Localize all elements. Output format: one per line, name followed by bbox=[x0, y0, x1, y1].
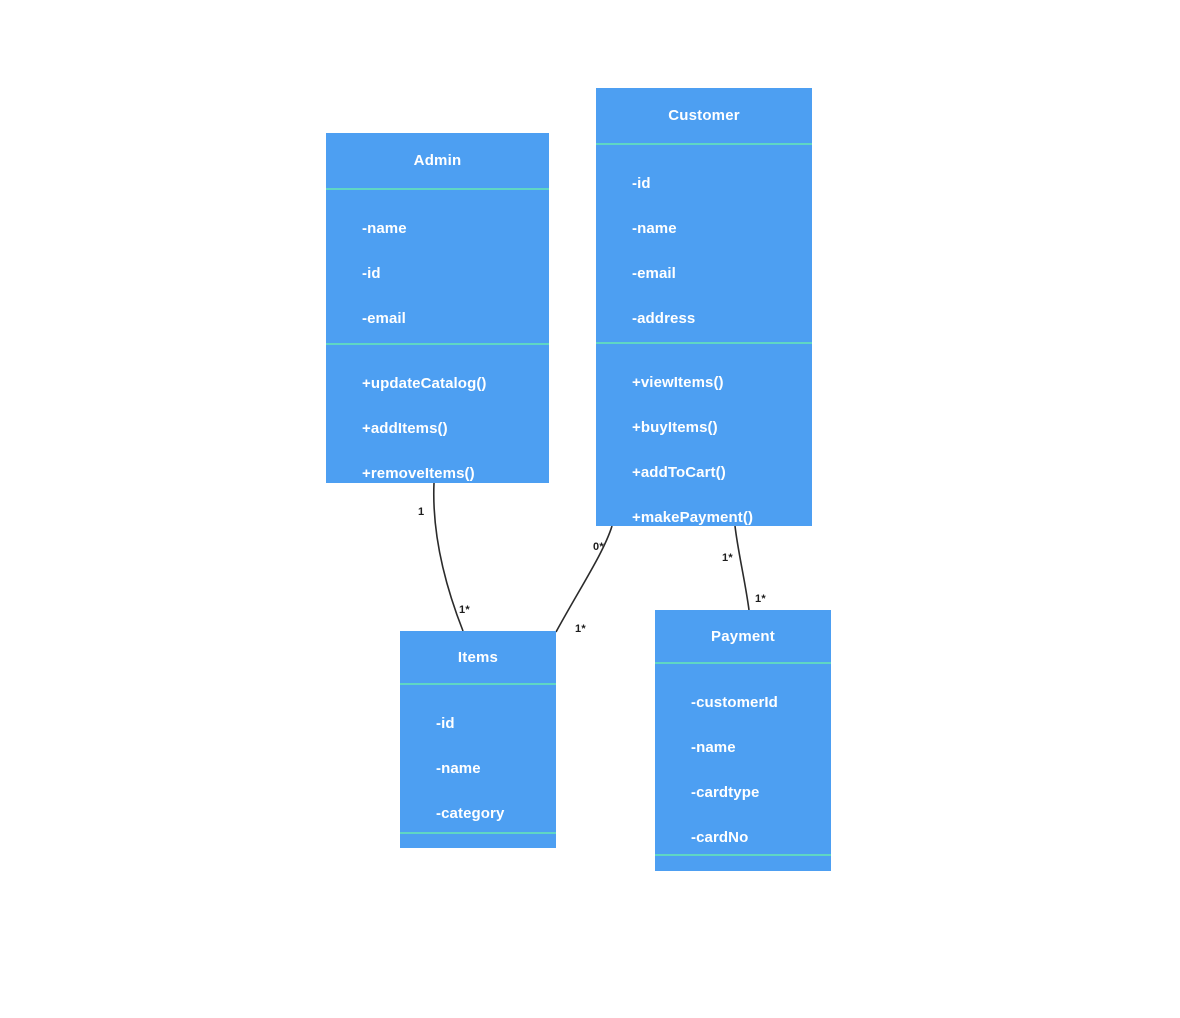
uml-class-payment[interactable]: Payment -customerId -name -cardtype -cardNo bbox=[655, 610, 831, 871]
operation: +viewItems() bbox=[632, 374, 724, 391]
class-name-items: Items bbox=[457, 648, 499, 666]
attribute: -name bbox=[362, 220, 407, 237]
attribute: -cardtype bbox=[691, 784, 760, 801]
multiplicity-customer-items-source: 0* bbox=[593, 541, 604, 553]
attribute: -id bbox=[436, 715, 455, 732]
attribute: -address bbox=[632, 310, 696, 327]
multiplicity-customer-payment-source: 1* bbox=[722, 552, 733, 564]
attribute: -name bbox=[691, 739, 736, 756]
multiplicity-customer-payment-target: 1* bbox=[755, 593, 766, 605]
uml-class-admin[interactable]: Admin -name -id -email +updateCatalog() +addI… bbox=[326, 133, 549, 483]
attribute: -email bbox=[362, 310, 406, 327]
operation: +removeItems() bbox=[362, 465, 475, 482]
multiplicity-admin-items-target: 1* bbox=[459, 604, 470, 616]
class-name-admin: Admin bbox=[413, 152, 462, 169]
multiplicity-admin-items-source: 1 bbox=[418, 506, 425, 518]
attribute: -customerId bbox=[691, 694, 778, 711]
association-customer-payment bbox=[734, 525, 750, 611]
operation: +updateCatalog() bbox=[362, 375, 487, 392]
operation: +buyItems() bbox=[632, 419, 718, 436]
attribute: -id bbox=[362, 265, 381, 282]
attribute: -id bbox=[632, 175, 651, 192]
attributes-compartment-items: -id -name -category bbox=[400, 683, 556, 832]
operation: +addItems() bbox=[362, 420, 448, 437]
attribute: -category bbox=[436, 805, 505, 822]
operations-compartment-payment bbox=[655, 854, 831, 871]
operation: +makePayment() bbox=[632, 509, 754, 526]
attribute: -cardNo bbox=[691, 829, 749, 846]
class-name-customer: Customer bbox=[668, 107, 740, 124]
attribute: -name bbox=[436, 760, 481, 777]
operations-compartment-customer: +viewItems() +buyItems() +addToCart() +make… bbox=[596, 342, 812, 526]
operations-compartment-items bbox=[400, 832, 556, 848]
uml-class-items[interactable]: Items -id -name -category bbox=[400, 631, 556, 848]
edge-layer bbox=[432, 482, 750, 633]
class-name-payment: Payment bbox=[711, 627, 775, 645]
operations-compartment-admin: +updateCatalog() +addItems() +removeItems(… bbox=[326, 343, 549, 482]
attributes-compartment-customer: -id -name -email -address bbox=[596, 143, 812, 342]
operation: +addToCart() bbox=[632, 464, 726, 481]
attributes-compartment-payment: -customerId -name -cardtype -cardNo bbox=[655, 662, 831, 854]
attribute: -email bbox=[632, 265, 676, 282]
uml-class-customer[interactable]: Customer -id -name -email -address +viewItems… bbox=[596, 88, 812, 526]
attribute: -name bbox=[632, 220, 677, 237]
diagram-canvas: Admin -name -id -email +updateCatalog() +addI… bbox=[0, 0, 1180, 1018]
attributes-compartment-admin: -name -id -email bbox=[326, 188, 549, 343]
multiplicity-customer-items-target: 1* bbox=[575, 623, 586, 635]
